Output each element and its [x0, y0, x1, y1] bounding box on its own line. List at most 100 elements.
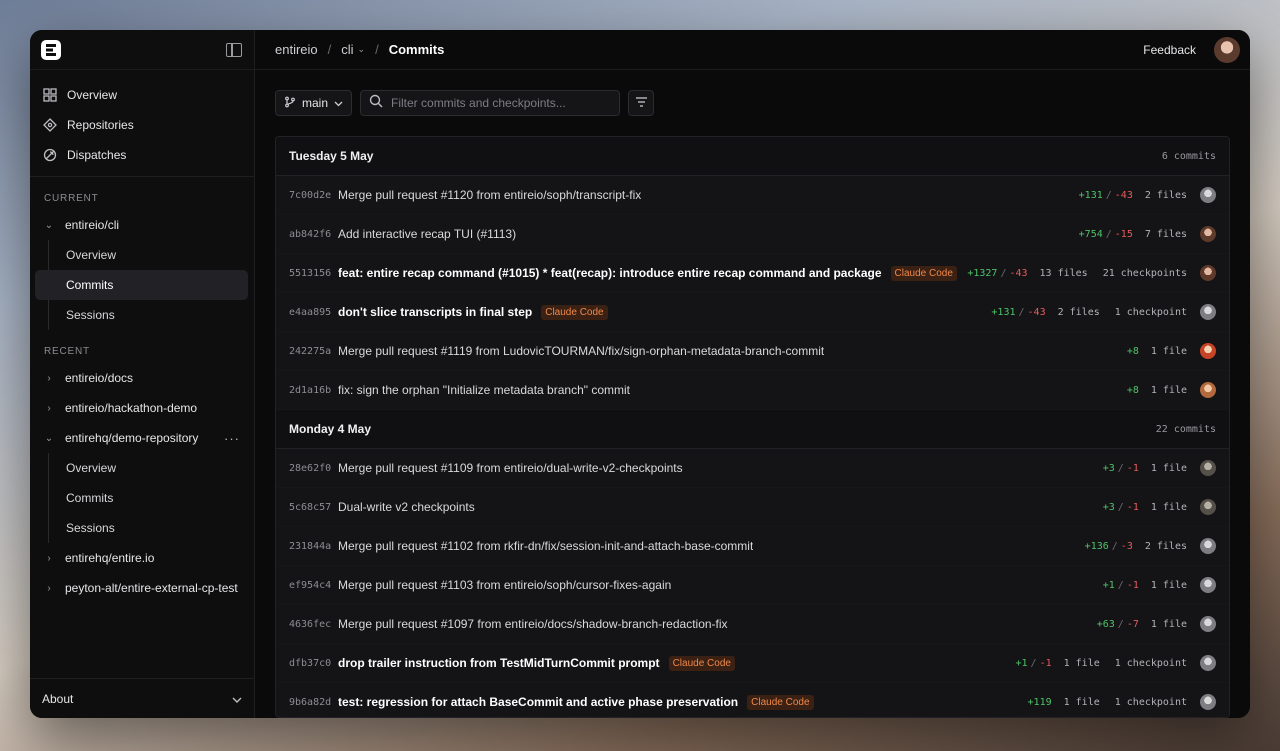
- commit-row[interactable]: 2d1a16b fix: sign the orphan "Initialize …: [276, 371, 1229, 410]
- about-menu[interactable]: About: [30, 678, 254, 718]
- chevron-right-icon: ›: [47, 402, 51, 414]
- topbar: entireio / cli ⌄ / Commits Feedback: [255, 30, 1250, 70]
- author-avatar[interactable]: [1200, 226, 1216, 242]
- subnav-sessions[interactable]: Sessions: [49, 513, 248, 543]
- author-avatar[interactable]: [1200, 577, 1216, 593]
- group-date: Tuesday 5 May: [289, 149, 374, 163]
- recent-repo-item[interactable]: › entireio/hackathon-demo: [30, 393, 254, 423]
- stats-separator: /: [1018, 306, 1025, 318]
- files-changed: 1 file: [1150, 579, 1187, 591]
- main-content: entireio / cli ⌄ / Commits Feedback main: [255, 30, 1250, 718]
- commit-row[interactable]: ef954c4 Merge pull request #1103 from ent…: [276, 566, 1229, 605]
- commit-row[interactable]: e4aa895 don't slice transcripts in final …: [276, 293, 1229, 332]
- divider: [30, 176, 254, 177]
- author-avatar[interactable]: [1200, 538, 1216, 554]
- branch-selector[interactable]: main: [275, 90, 353, 116]
- commit-message: drop trailer instruction from TestMidTur…: [338, 656, 660, 670]
- commit-hash[interactable]: 9b6a82d: [289, 697, 338, 708]
- stats-separator: /: [1111, 540, 1118, 552]
- commit-row[interactable]: 28e62f0 Merge pull request #1109 from ent…: [276, 449, 1229, 488]
- author-avatar[interactable]: [1200, 382, 1216, 398]
- commit-message: Merge pull request #1102 from rkfir-dn/f…: [338, 539, 754, 553]
- group-date: Monday 4 May: [289, 422, 372, 436]
- commit-row[interactable]: 5c68c57 Dual-write v2 checkpoints +3/-1 1 f…: [276, 488, 1229, 527]
- lines-deleted: -1: [1126, 579, 1139, 591]
- commit-row[interactable]: ab842f6 Add interactive recap TUI (#1113)…: [276, 215, 1229, 254]
- author-avatar[interactable]: [1200, 187, 1216, 203]
- filter-button[interactable]: [628, 90, 655, 116]
- author-avatar[interactable]: [1200, 655, 1216, 671]
- date-group-header: Tuesday 5 May 6 commits: [276, 137, 1229, 176]
- nav-item-overview[interactable]: Overview: [34, 80, 250, 110]
- search-input[interactable]: [391, 96, 612, 110]
- subnav-commits[interactable]: Commits: [49, 483, 248, 513]
- subnav-sessions[interactable]: Sessions: [49, 300, 248, 330]
- recent-repo-label: entirehq/entire.io: [65, 551, 155, 565]
- recent-repo-label: entireio/docs: [65, 371, 134, 385]
- commit-hash[interactable]: e4aa895: [289, 307, 338, 318]
- commit-hash[interactable]: 2d1a16b: [289, 385, 338, 396]
- commit-stats: +63/-7 1 file: [1097, 619, 1187, 630]
- lines-deleted: -3: [1120, 540, 1133, 552]
- stats-separator: /: [1030, 657, 1037, 669]
- sidebar-toggle-icon[interactable]: [226, 42, 242, 57]
- subnav-overview[interactable]: Overview: [49, 240, 248, 270]
- author-avatar[interactable]: [1200, 343, 1216, 359]
- git-branch-icon: [284, 96, 296, 111]
- nav-item-dispatches[interactable]: Dispatches: [34, 140, 250, 170]
- author-avatar[interactable]: [1200, 616, 1216, 632]
- entire-logo-icon[interactable]: [38, 37, 64, 63]
- sidebar-header: [30, 30, 254, 70]
- more-options-icon[interactable]: ···: [224, 431, 240, 446]
- subnav-commits[interactable]: Commits: [35, 270, 248, 300]
- recent-repo-item[interactable]: › entirehq/entire.io: [30, 543, 254, 573]
- commit-hash[interactable]: 28e62f0: [289, 463, 338, 474]
- author-avatar[interactable]: [1200, 694, 1216, 710]
- stats-separator: /: [1000, 267, 1007, 279]
- author-avatar[interactable]: [1200, 265, 1216, 281]
- commit-hash[interactable]: 242275a: [289, 346, 338, 357]
- author-avatar[interactable]: [1200, 460, 1216, 476]
- commit-row[interactable]: dfb37c0 drop trailer instruction from Tes…: [276, 644, 1229, 683]
- commit-hash[interactable]: ab842f6: [289, 229, 338, 240]
- commit-search: [360, 90, 621, 116]
- commit-hash[interactable]: dfb37c0: [289, 658, 338, 669]
- commit-hash[interactable]: ef954c4: [289, 580, 338, 591]
- chevron-down-icon: ⌄: [44, 219, 54, 231]
- current-repo-item[interactable]: ⌄ entireio/cli: [30, 210, 254, 240]
- commit-row[interactable]: 5513156 feat: entire recap command (#1015…: [276, 254, 1229, 293]
- commit-hash[interactable]: 5c68c57: [289, 502, 338, 513]
- current-repo-subnav: Overview Commits Sessions: [35, 240, 254, 330]
- commit-row[interactable]: 4636fec Merge pull request #1097 from ent…: [276, 605, 1229, 644]
- commit-row[interactable]: 7c00d2e Merge pull request #1120 from ent…: [276, 176, 1229, 215]
- commit-row[interactable]: 9b6a82d test: regression for attach BaseC…: [276, 683, 1229, 717]
- nav-item-repositories[interactable]: Repositories: [34, 110, 250, 140]
- commit-row[interactable]: 242275a Merge pull request #1119 from Lud…: [276, 332, 1229, 371]
- recent-repo-item[interactable]: ⌄ entirehq/demo-repository ···: [30, 423, 254, 453]
- recent-repo-item[interactable]: › peyton-alt/entire-external-cp-test: [30, 573, 254, 603]
- commit-message: test: regression for attach BaseCommit a…: [338, 695, 739, 709]
- recent-repo-label: peyton-alt/entire-external-cp-test: [65, 581, 238, 595]
- breadcrumb-repo[interactable]: cli: [341, 42, 353, 57]
- lines-added: +119: [1027, 696, 1052, 708]
- commit-hash[interactable]: 5513156: [289, 268, 338, 279]
- author-avatar[interactable]: [1200, 304, 1216, 320]
- files-changed: 1 file: [1150, 618, 1187, 630]
- commit-hash[interactable]: 231844a: [289, 541, 338, 552]
- commits-toolbar: main: [255, 70, 1250, 136]
- chevron-down-icon: [232, 692, 242, 706]
- recent-repo-item[interactable]: › entireio/docs: [30, 363, 254, 393]
- subnav-overview[interactable]: Overview: [49, 453, 248, 483]
- checkpoint-count: 1 checkpoint: [1114, 696, 1187, 708]
- commit-hash[interactable]: 4636fec: [289, 619, 338, 630]
- commit-row[interactable]: 231844a Merge pull request #1102 from rkf…: [276, 527, 1229, 566]
- lines-added: +3: [1102, 462, 1115, 474]
- author-avatar[interactable]: [1200, 499, 1216, 515]
- user-avatar[interactable]: [1214, 36, 1240, 63]
- chevron-down-icon[interactable]: ⌄: [358, 44, 366, 55]
- breadcrumb-org[interactable]: entireio: [275, 42, 318, 57]
- sidebar: Overview Repositories Dispatches CURRENT…: [30, 30, 255, 718]
- commit-hash[interactable]: 7c00d2e: [289, 190, 338, 201]
- stats-separator: /: [1117, 462, 1124, 474]
- feedback-button[interactable]: Feedback: [1143, 43, 1196, 57]
